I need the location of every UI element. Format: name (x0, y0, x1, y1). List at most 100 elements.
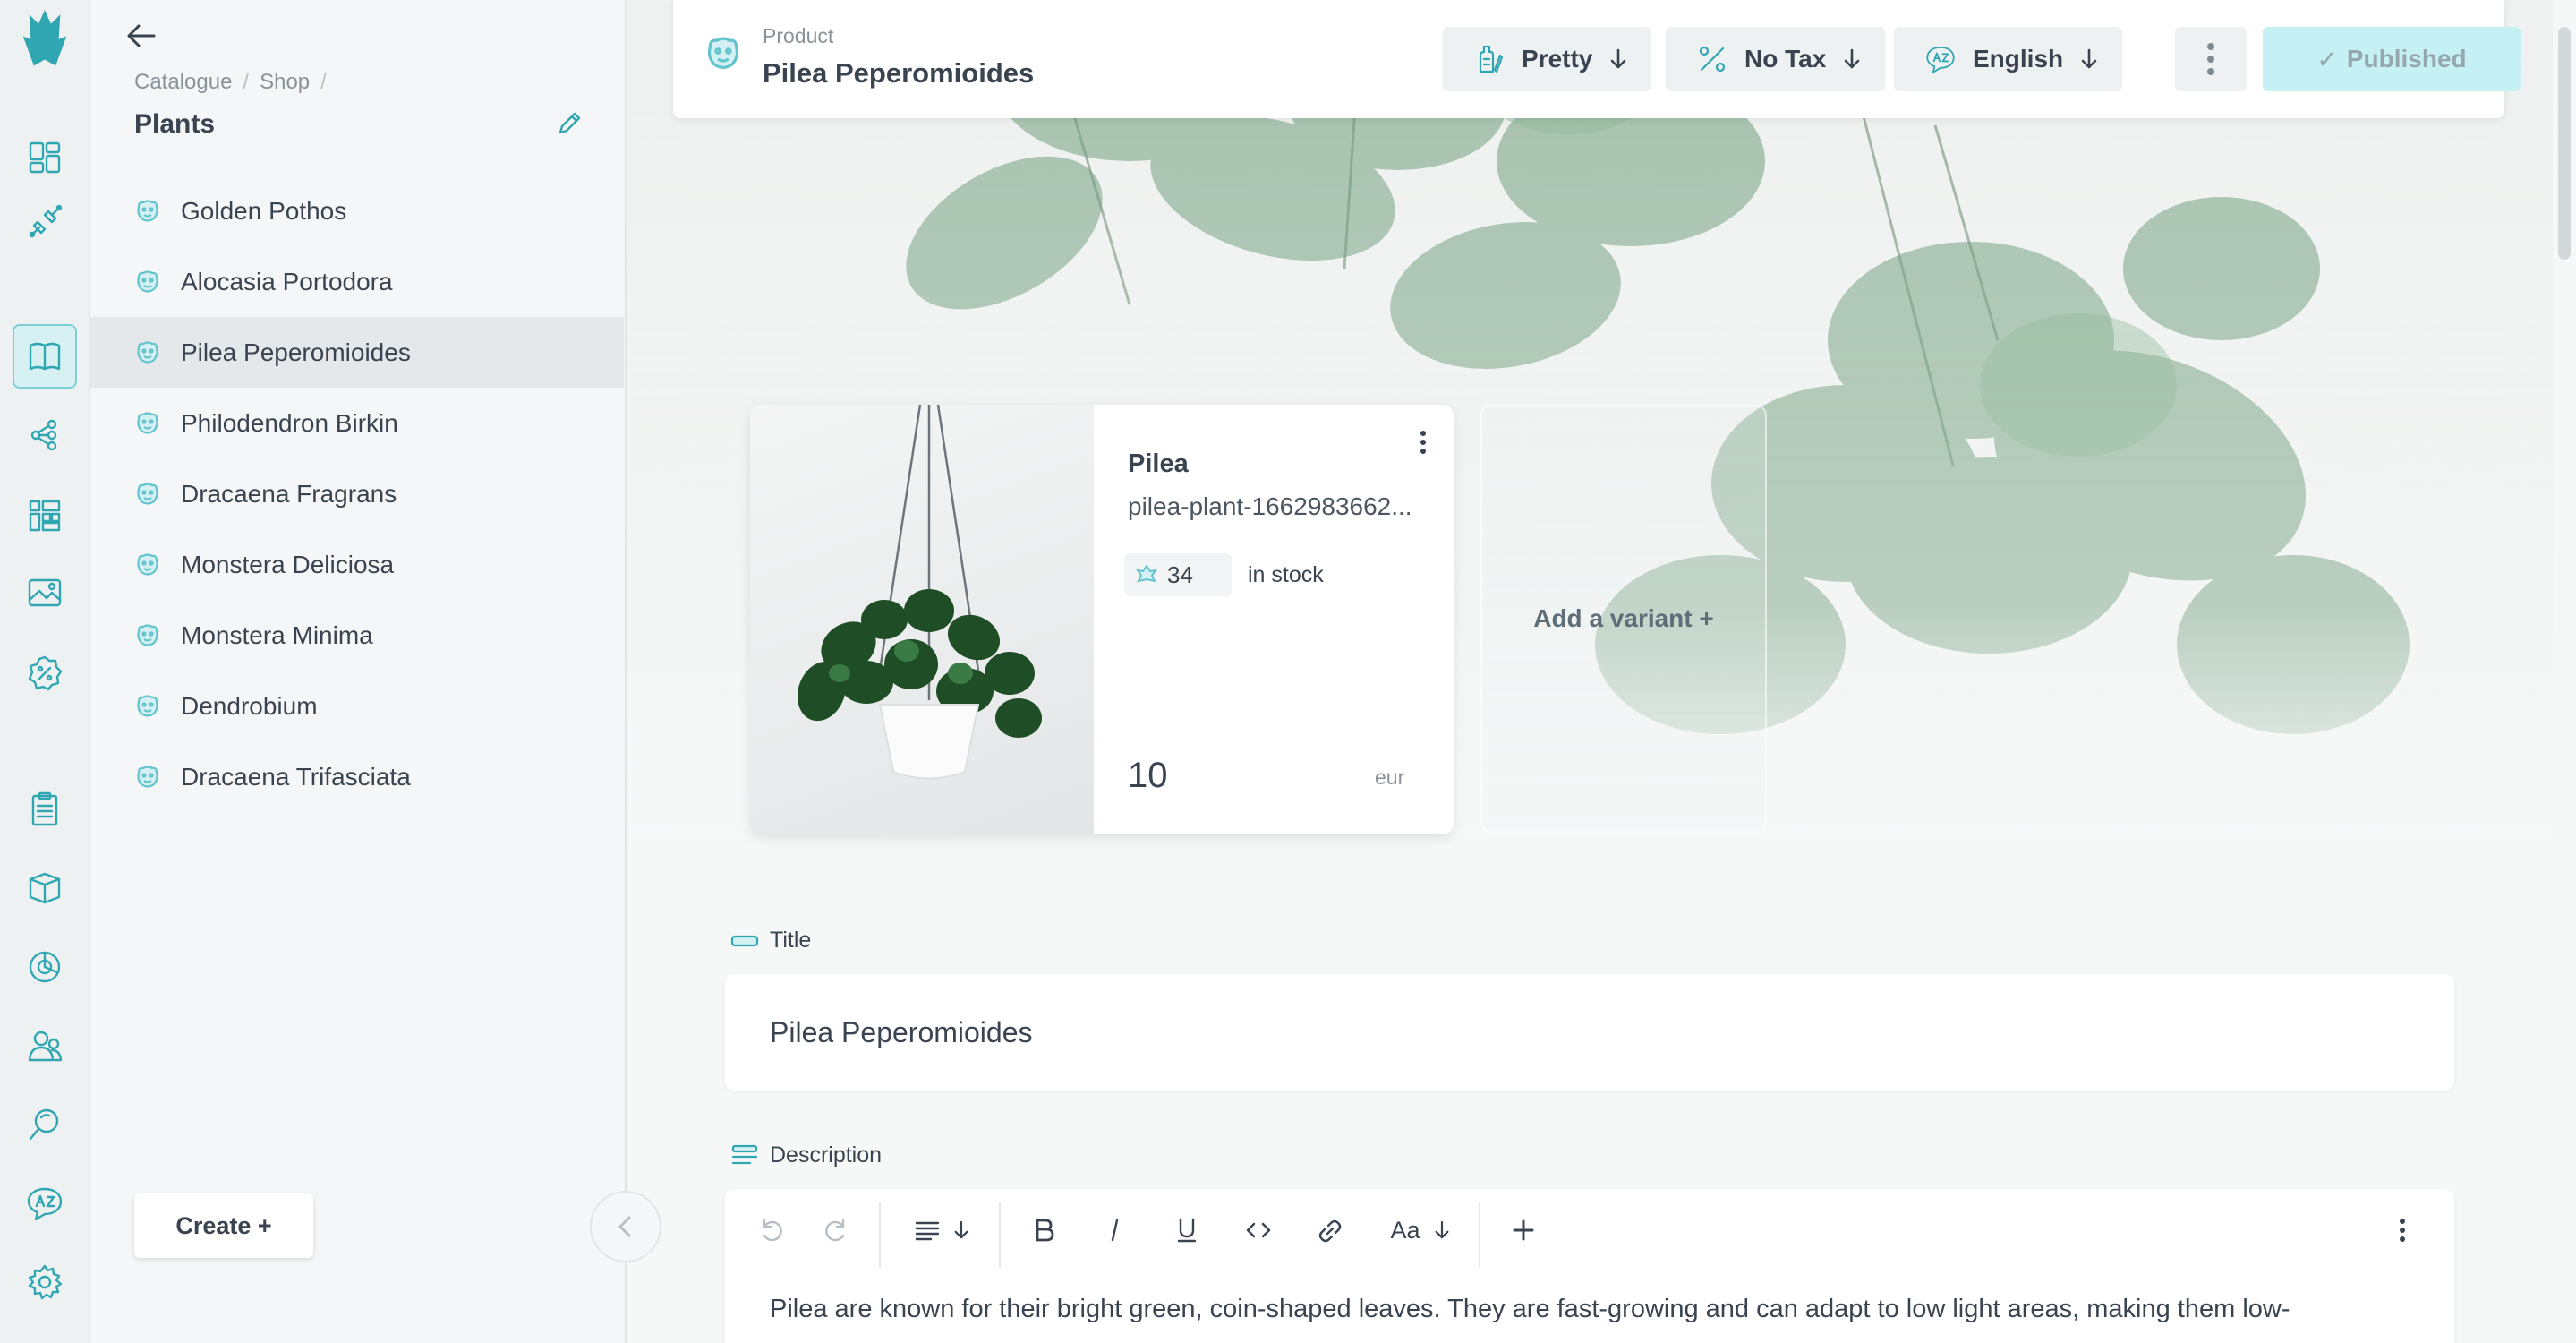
grid-icon[interactable] (21, 492, 68, 539)
catalogue-panel: Catalogue / Shop / Plants Golden Pothos … (90, 0, 627, 1343)
variant-image (750, 405, 1094, 834)
edit-pencil-icon[interactable] (555, 109, 587, 141)
dashboard-icon[interactable] (21, 134, 68, 181)
variant-card[interactable]: Pilea pilea-plant-1662983662... 34 in st… (750, 405, 1454, 834)
card-menu-icon[interactable] (1412, 424, 1434, 460)
italic-icon[interactable] (1096, 1210, 1135, 1250)
translate-icon[interactable] (21, 1180, 68, 1227)
stock-count[interactable]: 34 (1124, 553, 1232, 596)
description-editor[interactable]: Aa Pilea are known for their bright gree… (725, 1189, 2454, 1343)
underline-icon[interactable] (1167, 1210, 1207, 1250)
create-button[interactable]: Create + (134, 1193, 313, 1258)
more-options-button[interactable] (2175, 27, 2247, 91)
scrollbar-thumb[interactable] (2558, 27, 2571, 260)
align-left-icon (915, 1221, 940, 1241)
list-item-label: Philodendron Birkin (181, 408, 398, 437)
description-text[interactable]: Pilea are known for their bright green, … (770, 1295, 2290, 1324)
media-icon[interactable] (21, 569, 68, 616)
published-button[interactable]: ✓ Published (2263, 27, 2521, 91)
arrow-down-icon (1844, 48, 1860, 69)
collapse-panel-button[interactable] (590, 1191, 661, 1262)
theme-icon (1479, 45, 1504, 73)
breadcrumb: Catalogue / Shop / (134, 70, 327, 95)
toolbar-divider (999, 1202, 1001, 1268)
published-label: Published (2346, 45, 2467, 73)
discount-icon[interactable] (21, 650, 68, 697)
translate-icon (1926, 47, 1955, 73)
list-item-label: Golden Pothos (181, 196, 347, 225)
arrow-down-icon (954, 1220, 968, 1239)
analytics-icon[interactable] (21, 944, 68, 990)
header-kicker: Product (763, 24, 834, 47)
description-label: Description (770, 1142, 883, 1168)
catalogue-icon[interactable] (13, 324, 77, 389)
workflow-icon[interactable] (21, 412, 68, 458)
list-item[interactable]: Dracaena Trifasciata (90, 741, 624, 812)
description-field-label: Description (730, 1142, 882, 1168)
code-icon[interactable] (1239, 1210, 1278, 1250)
stock-value: 34 (1167, 560, 1193, 588)
title-input[interactable]: Pilea Peperomioides (725, 974, 2454, 1091)
undo-icon[interactable] (752, 1210, 791, 1250)
packages-icon[interactable] (21, 865, 68, 911)
customers-icon[interactable] (21, 1022, 68, 1069)
search-icon[interactable] (21, 1101, 68, 1148)
tax-dropdown[interactable]: No Tax (1666, 27, 1886, 91)
bold-icon[interactable] (1024, 1210, 1063, 1250)
plus-icon[interactable] (1504, 1210, 1543, 1250)
product-editor: Product Pilea Peperomioides Pretty No Ta… (628, 0, 2553, 1343)
list-item[interactable]: Philodendron Birkin (90, 388, 624, 458)
font-size-label: Aa (1390, 1216, 1420, 1244)
breadcrumb-separator: / (320, 70, 327, 94)
language-label: English (1973, 45, 2064, 73)
chevron-left-icon (618, 1216, 631, 1237)
add-variant-button[interactable]: Add a variant + (1480, 405, 1767, 833)
stock-icon (1135, 564, 1158, 583)
percent-icon (1699, 46, 1726, 73)
list-item[interactable]: Monstera Minima (90, 600, 624, 671)
breadcrumb-catalogue[interactable]: Catalogue (134, 70, 232, 95)
product-icon (134, 339, 161, 366)
integration-icon[interactable] (21, 199, 68, 245)
text-field-icon (730, 935, 759, 946)
product-icon (134, 693, 161, 720)
list-item[interactable]: Dracaena Fragrans (90, 458, 624, 529)
logo-icon[interactable] (21, 10, 68, 66)
link-icon[interactable] (1310, 1210, 1350, 1250)
list-item[interactable]: Alocasia Portodora (90, 246, 624, 317)
product-icon (134, 552, 161, 578)
product-header: Product Pilea Peperomioides Pretty No Ta… (673, 0, 2521, 118)
language-dropdown[interactable]: English (1894, 27, 2123, 91)
theme-dropdown[interactable]: Pretty (1443, 27, 1652, 91)
font-size-dropdown[interactable]: Aa (1382, 1210, 1459, 1250)
orders-icon[interactable] (21, 786, 68, 833)
back-arrow-icon[interactable] (120, 14, 163, 57)
hanging-plant-illustration (797, 405, 1042, 780)
breadcrumb-separator: / (243, 70, 250, 94)
product-icon (134, 622, 161, 649)
list-item-label: Dracaena Fragrans (181, 479, 397, 508)
arrow-down-icon (2081, 48, 2097, 69)
list-item[interactable]: Golden Pothos (90, 175, 624, 246)
list-item-active[interactable]: Pilea Peperomioides (90, 317, 624, 388)
list-item[interactable]: Monstera Deliciosa (90, 529, 624, 600)
product-icon (704, 34, 746, 77)
plant-list: Golden Pothos Alocasia Portodora Pilea P… (90, 175, 624, 812)
editor-more-icon[interactable] (2392, 1210, 2413, 1250)
title-field-label: Title (730, 928, 811, 954)
kebab-menu-icon (2207, 43, 2214, 75)
product-icon (134, 198, 161, 225)
redo-icon[interactable] (816, 1210, 856, 1250)
breadcrumb-shop[interactable]: Shop (260, 70, 310, 95)
page-scrollbar[interactable] (2553, 0, 2576, 1343)
stock-label: in stock (1248, 562, 1324, 587)
arrow-down-icon (1611, 48, 1626, 69)
list-item[interactable]: Dendrobium (90, 671, 624, 741)
toolbar-divider (1479, 1202, 1480, 1268)
tax-label: No Tax (1744, 45, 1827, 73)
settings-icon[interactable] (21, 1259, 68, 1305)
list-item-label: Pilea Peperomioides (181, 338, 411, 366)
theme-label: Pretty (1522, 45, 1593, 73)
list-item-label: Monstera Minima (181, 620, 373, 649)
align-dropdown[interactable] (904, 1210, 979, 1250)
